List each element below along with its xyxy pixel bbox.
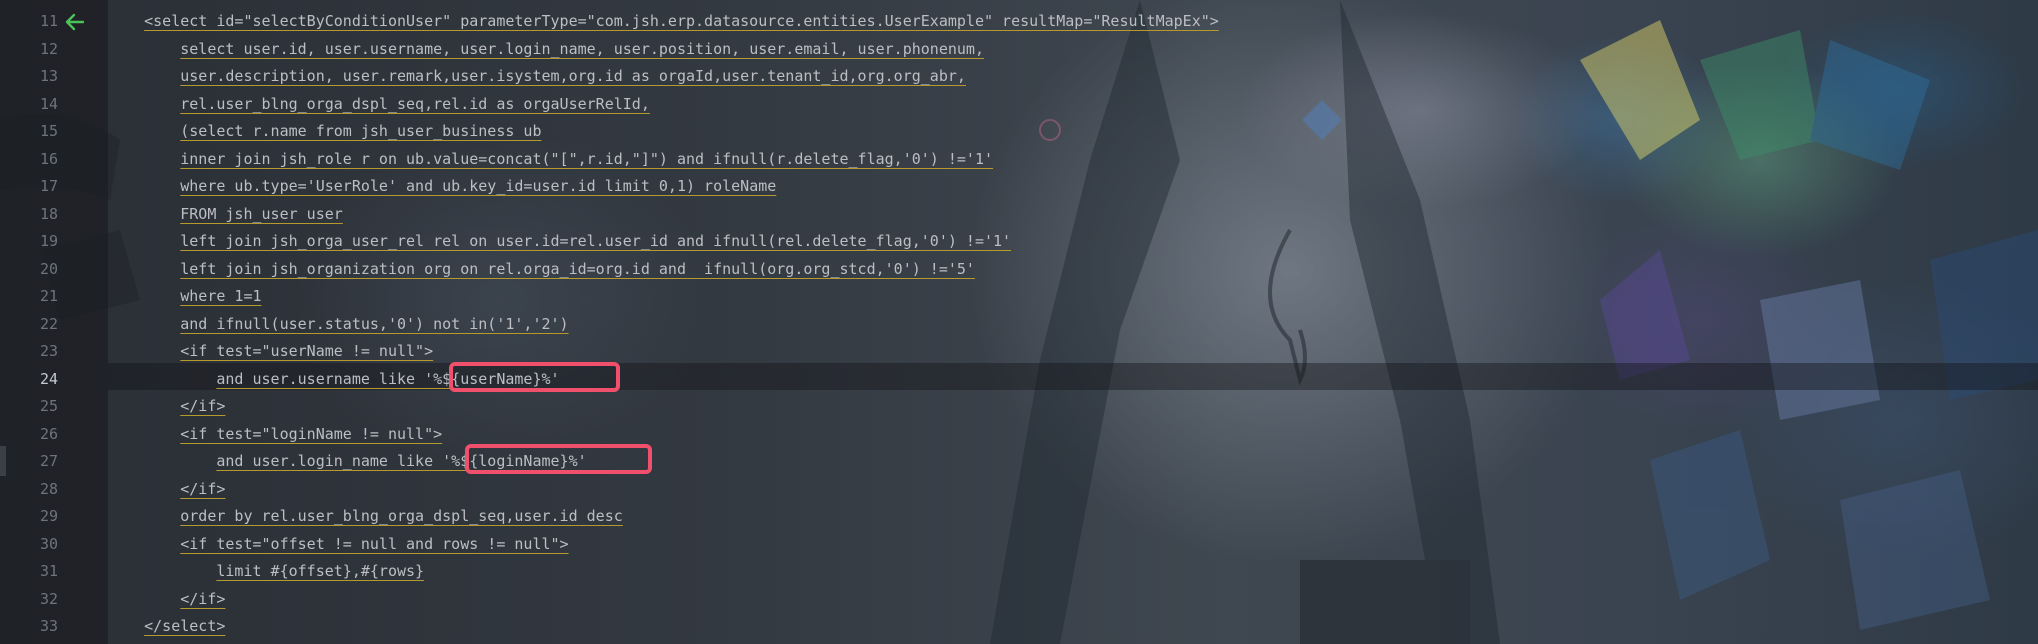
line-number: 15	[39, 122, 58, 140]
line-number: 17	[39, 177, 58, 195]
code-text[interactable]: left join jsh_orga_user_rel rel on user.…	[108, 228, 1011, 256]
line-number: 30	[39, 534, 58, 553]
code-text[interactable]: </if>	[108, 476, 225, 504]
line-number: 22	[39, 314, 58, 333]
code-statement[interactable]: (select r.name from jsh_user_business ub	[180, 122, 541, 140]
code-text[interactable]: where 1=1	[108, 283, 261, 311]
code-statement[interactable]: </select>	[144, 617, 225, 635]
code-text[interactable]: </if>	[108, 586, 225, 614]
code-text[interactable]: <select id="selectByConditionUser" param…	[108, 8, 1219, 36]
code-statement[interactable]: <if test="loginName != null">	[180, 425, 442, 443]
code-text[interactable]: FROM jsh_user user	[108, 201, 343, 229]
line-number: 31	[39, 562, 58, 580]
code-text[interactable]: </select>	[108, 613, 225, 641]
line-number: 23	[39, 342, 58, 360]
code-text[interactable]: where ub.type='UserRole' and ub.key_id=u…	[108, 173, 776, 201]
line-number: 29	[39, 507, 58, 525]
line-number: 14	[39, 94, 58, 113]
code-statement[interactable]: <if test="userName != null">	[180, 342, 433, 360]
code-statement[interactable]: where 1=1	[180, 287, 261, 305]
code-statement[interactable]: rel.user_blng_orga_dspl_seq,rel.id as or…	[180, 95, 650, 113]
line-number: 21	[39, 287, 58, 305]
highlight-box-username	[449, 362, 620, 392]
line-number: 16	[39, 149, 58, 168]
code-text[interactable]: limit #{offset},#{rows}	[108, 558, 424, 586]
line-number: 25	[39, 397, 58, 415]
code-text[interactable]: user.description, user.remark,user.isyst…	[108, 63, 966, 91]
line-number: 18	[39, 204, 58, 223]
left-arrow-icon[interactable]	[64, 12, 86, 32]
code-statement[interactable]: <if test="offset != null and rows != nul…	[180, 535, 568, 553]
code-statement[interactable]: left join jsh_orga_user_rel rel on user.…	[180, 232, 1011, 250]
line-number: 13	[39, 67, 58, 85]
highlight-box-loginname	[465, 444, 652, 474]
line-number: 27	[39, 452, 58, 470]
code-text[interactable]: and ifnull(user.status,'0') not in('1','…	[108, 311, 568, 339]
code-text[interactable]: order by rel.user_blng_orga_dspl_seq,use…	[108, 503, 623, 531]
code-statement[interactable]: and ifnull(user.status,'0') not in('1','…	[180, 315, 568, 333]
code-text[interactable]: <if test="loginName != null">	[108, 421, 442, 449]
code-statement[interactable]: order by rel.user_blng_orga_dspl_seq,use…	[180, 507, 623, 525]
code-text[interactable]: <if test="userName != null">	[108, 338, 433, 366]
code-text[interactable]: rel.user_blng_orga_dspl_seq,rel.id as or…	[108, 91, 650, 119]
code-text[interactable]: (select r.name from jsh_user_business ub	[108, 118, 541, 146]
code-statement[interactable]: limit #{offset},#{rows}	[216, 562, 424, 580]
code-text[interactable]: inner join jsh_role r on ub.value=concat…	[108, 146, 993, 174]
code-text[interactable]: left join jsh_organization org on rel.or…	[108, 256, 975, 284]
code-statement[interactable]: </if>	[180, 480, 225, 498]
line-number: 19	[39, 232, 58, 250]
code-statement[interactable]: </if>	[180, 590, 225, 608]
line-number: 11	[39, 12, 58, 30]
line-number: 28	[39, 479, 58, 498]
line-number: 33	[39, 617, 58, 635]
line-number: 12	[39, 39, 58, 58]
code-statement[interactable]: <select id="selectByConditionUser" param…	[144, 12, 1219, 30]
code-statement[interactable]: where ub.type='UserRole' and ub.key_id=u…	[180, 177, 776, 195]
line-number: 32	[39, 589, 58, 608]
code-text[interactable]: <if test="offset != null and rows != nul…	[108, 531, 568, 559]
code-statement[interactable]: left join jsh_organization org on rel.or…	[180, 260, 975, 278]
code-statement[interactable]: select user.id, user.username, user.logi…	[180, 40, 984, 58]
line-number: 20	[39, 259, 58, 278]
code-statement[interactable]: </if>	[180, 397, 225, 415]
code-statement[interactable]: user.description, user.remark,user.isyst…	[180, 67, 966, 85]
code-text[interactable]: select user.id, user.username, user.logi…	[108, 36, 984, 64]
code-statement[interactable]: FROM jsh_user user	[180, 205, 343, 223]
code-text[interactable]: </if>	[108, 393, 225, 421]
code-statement[interactable]: inner join jsh_role r on ub.value=concat…	[180, 150, 993, 168]
line-number: 24	[39, 369, 58, 388]
line-number: 26	[39, 424, 58, 443]
